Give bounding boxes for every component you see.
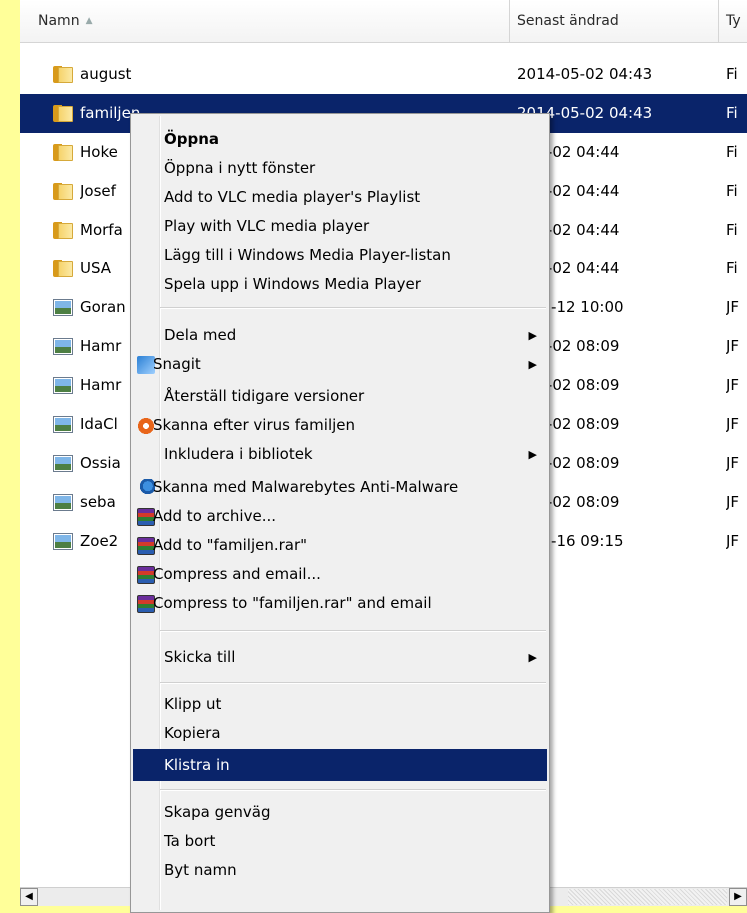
menu-item-label: Skapa genväg <box>164 803 271 821</box>
file-type: JF <box>726 415 740 434</box>
menu-item-label: Klistra in <box>164 756 230 774</box>
file-type: JF <box>726 492 740 511</box>
column-header-type[interactable]: Ty <box>720 0 747 42</box>
image-icon <box>53 297 75 317</box>
menu-item-label: Play with VLC media player <box>164 217 370 235</box>
column-header-bar: Namn ▲ Senast ändrad Ty <box>20 0 747 43</box>
submenu-arrow-icon: ▶ <box>528 448 537 461</box>
submenu-arrow-icon: ▶ <box>528 358 537 371</box>
folder-icon <box>53 142 75 162</box>
menu-separator <box>160 682 546 684</box>
menu-item-wmp-add-list[interactable]: Lägg till i Windows Media Player-listan <box>133 241 547 270</box>
file-type: Fi <box>726 103 738 122</box>
image-icon <box>53 492 75 512</box>
scroll-track[interactable] <box>568 889 727 905</box>
folder-icon <box>53 181 75 201</box>
menu-item-label: Add to "familjen.rar" <box>153 536 308 554</box>
menu-item-add-to-rar[interactable]: Add to "familjen.rar" <box>133 531 547 560</box>
image-icon <box>53 336 75 356</box>
image-icon <box>53 453 75 473</box>
file-modified: 2014-05-02 04:43 <box>517 65 653 83</box>
menu-item-delete[interactable]: Ta bort <box>133 827 547 856</box>
file-type: Fi <box>726 142 738 161</box>
menu-item-rename[interactable]: Byt namn <box>133 856 547 885</box>
folder-icon <box>53 64 75 84</box>
menu-item-label: Inkludera i bibliotek <box>164 445 313 463</box>
menu-item-label: Kopiera <box>164 724 221 742</box>
menu-item-label: Add to archive... <box>153 507 276 525</box>
menu-item-add-to-archive[interactable]: Add to archive... <box>133 502 547 531</box>
menu-separator <box>160 307 546 309</box>
menu-item-cut[interactable]: Klipp ut <box>133 690 547 719</box>
menu-item-label: Ta bort <box>164 832 216 850</box>
file-type: JF <box>726 453 740 472</box>
image-icon <box>53 414 75 434</box>
file-type: JF <box>726 376 740 395</box>
column-header-name-label: Namn <box>38 13 80 29</box>
menu-item-label: Återställ tidigare versioner <box>164 387 365 405</box>
menu-item-send-to[interactable]: Skicka till ▶ <box>133 643 547 672</box>
menu-item-compress-rar-email[interactable]: Compress to "familjen.rar" and email <box>133 589 547 618</box>
file-type: JF <box>726 531 740 550</box>
submenu-arrow-icon: ▶ <box>528 329 537 342</box>
column-header-modified-label: Senast ändrad <box>517 13 619 29</box>
column-header-type-label: Ty <box>726 13 741 29</box>
menu-item-paste[interactable]: Klistra in <box>133 749 547 781</box>
folder-icon <box>53 258 75 278</box>
menu-item-vlc-play[interactable]: Play with VLC media player <box>133 212 547 241</box>
file-type: JF <box>726 298 740 317</box>
menu-item-label: Skanna med Malwarebytes Anti-Malware <box>153 478 459 496</box>
menu-item-compress-email[interactable]: Compress and email... <box>133 560 547 589</box>
menu-item-label: Dela med <box>164 326 237 344</box>
menu-item-share-with[interactable]: Dela med ▶ <box>133 321 547 350</box>
menu-item-scan-malwarebytes[interactable]: Skanna med Malwarebytes Anti-Malware <box>133 473 547 502</box>
scroll-left-icon[interactable]: ◀ <box>20 888 38 906</box>
menu-item-create-shortcut[interactable]: Skapa genväg <box>133 798 547 827</box>
column-header-modified[interactable]: Senast ändrad <box>511 0 719 42</box>
menu-item-vlc-add-playlist[interactable]: Add to VLC media player's Playlist <box>133 183 547 212</box>
menu-separator <box>160 789 546 791</box>
menu-item-label: Spela upp i Windows Media Player <box>164 275 421 293</box>
image-icon <box>53 375 75 395</box>
menu-separator <box>160 630 546 632</box>
menu-item-label: Compress and email... <box>153 565 321 583</box>
menu-item-label: Compress to "familjen.rar" and email <box>153 594 432 612</box>
folder-icon <box>53 103 75 123</box>
scroll-right-icon[interactable]: ▶ <box>729 888 747 906</box>
file-type: Fi <box>726 259 738 278</box>
file-name: august <box>80 65 132 83</box>
menu-item-label: Add to VLC media player's Playlist <box>164 188 421 206</box>
menu-item-open-new-window[interactable]: Öppna i nytt fönster <box>133 154 547 183</box>
menu-item-label: Klipp ut <box>164 695 222 713</box>
menu-item-snagit[interactable]: Snagit ▶ <box>133 350 547 379</box>
column-header-name[interactable]: Namn ▲ <box>20 0 510 42</box>
file-type: JF <box>726 337 740 356</box>
menu-item-label: Skicka till <box>164 648 236 666</box>
menu-item-label: Byt namn <box>164 861 237 879</box>
menu-item-scan-virus[interactable]: Skanna efter virus familjen <box>133 411 547 440</box>
menu-item-restore-versions[interactable]: Återställ tidigare versioner <box>133 382 547 411</box>
menu-item-label: Snagit <box>153 355 201 373</box>
folder-icon <box>53 220 75 240</box>
menu-item-open[interactable]: Öppna <box>133 125 547 154</box>
file-type: Fi <box>726 65 738 83</box>
menu-item-copy[interactable]: Kopiera <box>133 719 547 748</box>
sort-ascending-icon: ▲ <box>85 16 93 26</box>
file-row-august[interactable]: august 2014-05-02 04:43 Fi <box>20 55 747 94</box>
menu-item-wmp-play[interactable]: Spela upp i Windows Media Player <box>133 270 547 299</box>
submenu-arrow-icon: ▶ <box>528 651 537 664</box>
menu-item-label: Öppna i nytt fönster <box>164 159 316 177</box>
image-icon <box>53 531 75 551</box>
file-type: Fi <box>726 181 738 200</box>
menu-item-label: Öppna <box>164 130 220 148</box>
menu-item-label: Skanna efter virus familjen <box>153 416 356 434</box>
context-menu: Öppna Öppna i nytt fönster Add to VLC me… <box>130 113 550 913</box>
menu-item-include-library[interactable]: Inkludera i bibliotek ▶ <box>133 440 547 469</box>
file-type: Fi <box>726 220 738 239</box>
menu-item-label: Lägg till i Windows Media Player-listan <box>164 246 451 264</box>
